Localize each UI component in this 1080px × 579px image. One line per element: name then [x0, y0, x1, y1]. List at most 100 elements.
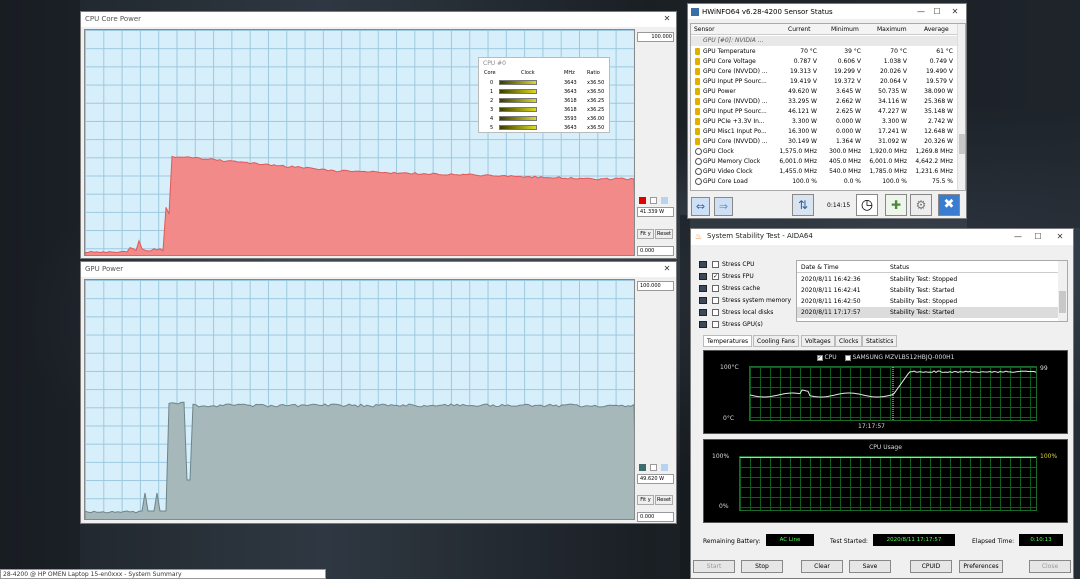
- stress-option[interactable]: Stress cache: [697, 284, 797, 295]
- stress-checkbox[interactable]: [712, 261, 719, 268]
- fit-y-button[interactable]: Fit y: [637, 495, 654, 505]
- minimize-icon[interactable]: —: [1013, 232, 1023, 241]
- sensor-row[interactable]: GPU Memory Clock 6,001.0 MHz 405.0 MHz 6…: [691, 157, 959, 167]
- header-status[interactable]: Status: [890, 264, 909, 271]
- current-value-box: 41.339 W: [637, 207, 674, 217]
- maximize-icon[interactable]: ☐: [932, 7, 942, 16]
- color-swatch-teal[interactable]: [639, 464, 646, 471]
- sensor-current: 1,575.0 MHz: [775, 148, 817, 155]
- sensor-row[interactable]: GPU Core (NVVDD) ... 30.149 W 1.364 W 31…: [691, 137, 959, 147]
- sensor-row[interactable]: GPU Temperature 70 °C 39 °C 70 °C 61 °C: [691, 47, 959, 57]
- stress-checkbox[interactable]: ✓: [712, 273, 719, 280]
- temperature-plot: [749, 366, 1037, 421]
- arrow-right-icon[interactable]: ⇒: [714, 197, 733, 216]
- disk-checkbox[interactable]: [845, 355, 851, 361]
- stop-button[interactable]: Stop: [741, 560, 783, 573]
- stress-checkbox[interactable]: [712, 309, 719, 316]
- save-button[interactable]: Save: [849, 560, 891, 573]
- system-summary-window[interactable]: 28-4200 @ HP OMEN Laptop 15-en0xxx - Sys…: [0, 569, 326, 579]
- sensor-row[interactable]: GPU Core (NVVDD) ... 19.313 V 19.299 V 2…: [691, 67, 959, 77]
- overlay-core-row: 0 3643 x36.50: [479, 79, 609, 88]
- network-icon[interactable]: ⇅: [792, 194, 814, 216]
- close-icon[interactable]: ✕: [1055, 232, 1065, 241]
- stress-option[interactable]: Stress local disks: [697, 308, 797, 319]
- header-average[interactable]: Average: [924, 26, 949, 33]
- header-date-time[interactable]: Date & Time: [801, 264, 839, 271]
- close-x-icon[interactable]: ✖: [938, 194, 960, 216]
- sensor-name: GPU Core (NVVDD) ...: [703, 138, 768, 145]
- group-label: GPU [#0]: NVIDIA ...: [703, 37, 764, 44]
- stress-checkbox[interactable]: [712, 321, 719, 328]
- minimize-icon[interactable]: —: [916, 7, 926, 16]
- sensor-maximum: 6,001.0 MHz: [865, 158, 907, 165]
- tab-clocks[interactable]: Clocks: [835, 335, 862, 347]
- sensor-minimum: 0.000 W: [819, 128, 861, 135]
- stress-checkbox[interactable]: [712, 285, 719, 292]
- close-icon[interactable]: ✕: [950, 7, 960, 16]
- tab-statistics[interactable]: Statistics: [862, 335, 897, 347]
- close-button[interactable]: Close: [1029, 560, 1071, 573]
- color-swatch-blue[interactable]: [661, 464, 668, 471]
- usage-top-left: 100%: [712, 453, 729, 460]
- cpu-checkbox[interactable]: ✓: [817, 355, 823, 361]
- header-sensor[interactable]: Sensor: [694, 26, 715, 33]
- color-swatch-white[interactable]: [650, 197, 657, 204]
- sensor-row[interactable]: GPU Misc1 Input Po... 16.300 W 0.000 W 1…: [691, 127, 959, 137]
- maximize-icon[interactable]: ☐: [1033, 232, 1043, 241]
- arrow-left-right-icon[interactable]: ⇔: [691, 197, 710, 216]
- sensor-row[interactable]: GPU Core (NVVDD) ... 33.295 W 2.662 W 34…: [691, 97, 959, 107]
- close-icon[interactable]: ✕: [662, 264, 672, 273]
- stress-option[interactable]: Stress CPU: [697, 260, 797, 271]
- close-icon[interactable]: ✕: [662, 14, 672, 23]
- header-maximum[interactable]: Maximum: [877, 26, 907, 33]
- reset-button[interactable]: Reset: [655, 495, 673, 505]
- tab-cooling-fans[interactable]: Cooling Fans: [753, 335, 799, 347]
- scrollbar-thumb[interactable]: [1059, 291, 1066, 313]
- group-row[interactable]: GPU [#0]: NVIDIA ...: [691, 36, 959, 46]
- sensor-row[interactable]: GPU Input PP Sourc... 19.419 V 19.372 V …: [691, 77, 959, 87]
- sensor-current: 46.121 W: [775, 108, 817, 115]
- color-swatch-red[interactable]: [639, 197, 646, 204]
- scrollbar-thumb[interactable]: [959, 134, 965, 154]
- sensor-row[interactable]: GPU Core Load 100.0 % 0.0 % 100.0 % 75.5…: [691, 177, 959, 187]
- sensor-name: GPU PCIe +3.3V In...: [703, 118, 765, 125]
- stress-option[interactable]: Stress system memory: [697, 296, 797, 307]
- sensor-name: GPU Clock: [703, 148, 734, 155]
- settings-icon[interactable]: ⚙: [910, 194, 932, 216]
- overlay-header-mhz: MHz: [564, 70, 575, 76]
- sensor-row[interactable]: GPU Input PP Sourc... 46.121 W 2.625 W 4…: [691, 107, 959, 117]
- tab-temperatures[interactable]: Temperatures: [703, 335, 752, 347]
- log-row[interactable]: 2020/8/11 17:17:57 Stability Test: Start…: [797, 307, 1059, 318]
- stress-option[interactable]: ✓ Stress FPU: [697, 272, 797, 283]
- stress-checkbox[interactable]: [712, 297, 719, 304]
- sensor-minimum: 19.372 V: [819, 78, 861, 85]
- cpuid-button[interactable]: CPUID: [910, 560, 952, 573]
- sensor-row[interactable]: GPU Video Clock 1,455.0 MHz 540.0 MHz 1,…: [691, 167, 959, 177]
- stress-option[interactable]: Stress GPU(s): [697, 320, 797, 331]
- color-swatch-white[interactable]: [650, 464, 657, 471]
- start-button[interactable]: Start: [693, 560, 735, 573]
- color-swatch-blue[interactable]: [661, 197, 668, 204]
- sensor-average: 1,231.6 MHz: [911, 168, 953, 175]
- tab-voltages[interactable]: Voltages: [801, 335, 835, 347]
- reset-button[interactable]: Reset: [655, 229, 673, 239]
- log-row[interactable]: 2020/8/11 16:42:50 Stability Test: Stopp…: [797, 296, 1059, 307]
- vertical-scrollbar[interactable]: [957, 24, 965, 190]
- log-scrollbar[interactable]: [1058, 261, 1067, 321]
- log-row[interactable]: 2020/8/11 16:42:41 Stability Test: Start…: [797, 285, 1059, 296]
- add-report-icon[interactable]: ✚: [885, 194, 907, 216]
- sensor-row[interactable]: GPU Clock 1,575.0 MHz 300.0 MHz 1,920.0 …: [691, 147, 959, 157]
- remaining-battery-label: Remaining Battery:: [703, 538, 761, 545]
- fit-y-button[interactable]: Fit y: [637, 229, 654, 239]
- log-row[interactable]: 2020/8/11 16:42:36 Stability Test: Stopp…: [797, 274, 1059, 285]
- core-mhz: 3643: [564, 89, 577, 95]
- preferences-button[interactable]: Preferences: [959, 560, 1003, 573]
- header-minimum[interactable]: Minimum: [831, 26, 859, 33]
- clock-icon[interactable]: ◷: [856, 194, 878, 216]
- lightning-icon: [695, 68, 700, 75]
- header-current[interactable]: Current: [788, 26, 811, 33]
- clear-button[interactable]: Clear: [801, 560, 843, 573]
- sensor-row[interactable]: GPU Power 49.620 W 3.645 W 50.735 W 38.0…: [691, 87, 959, 97]
- sensor-row[interactable]: GPU Core Voltage 0.787 V 0.606 V 1.038 V…: [691, 57, 959, 67]
- sensor-row[interactable]: GPU PCIe +3.3V In... 3.300 W 0.000 W 3.3…: [691, 117, 959, 127]
